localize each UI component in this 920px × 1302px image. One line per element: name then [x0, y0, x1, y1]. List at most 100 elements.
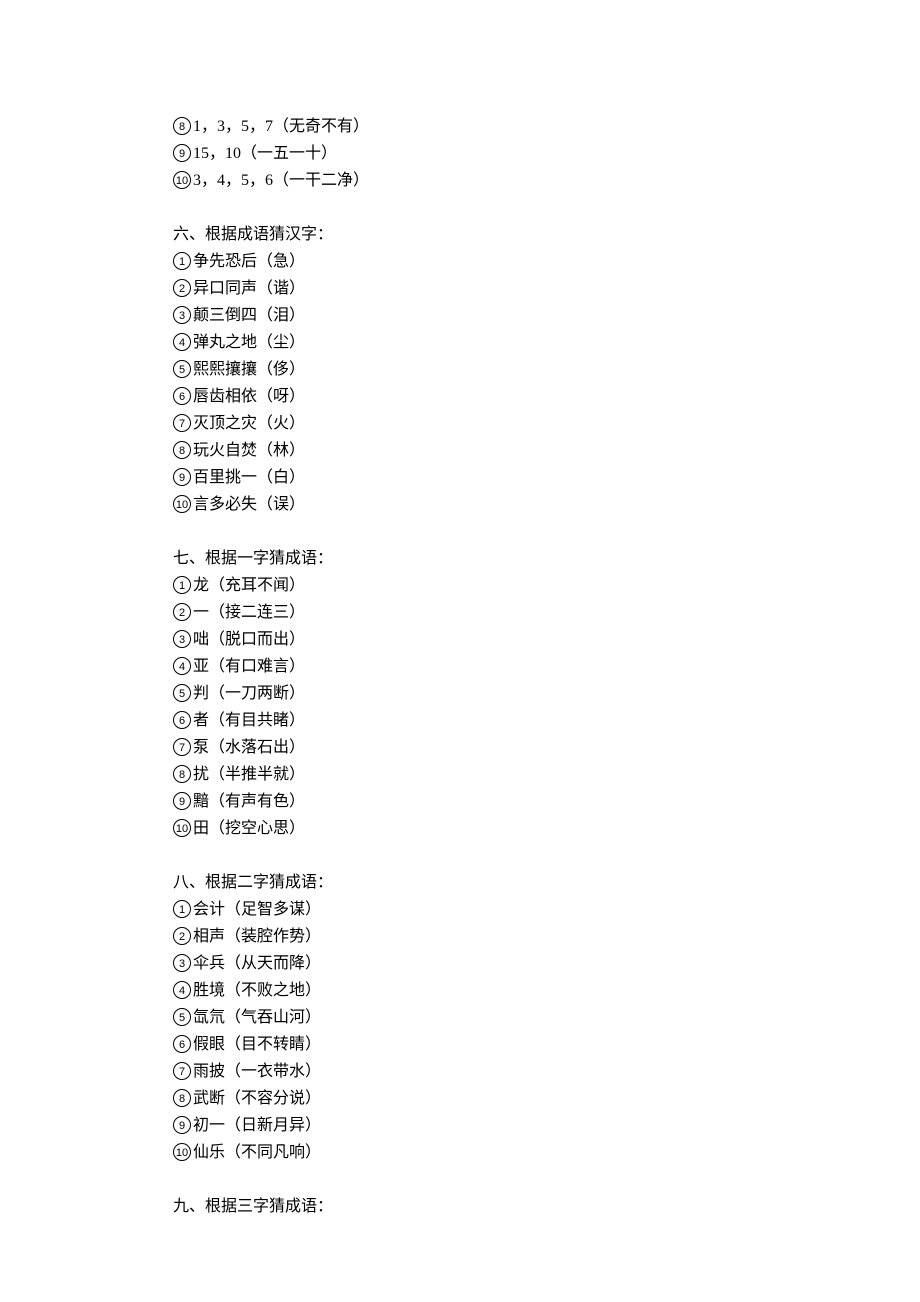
item-number: 6 — [173, 711, 191, 729]
item-text: 弹丸之地（尘） — [193, 329, 305, 356]
list-item: 9 15，10（一五一十） — [173, 140, 920, 167]
item-text: 颠三倒四（泪） — [193, 302, 305, 329]
item-number: 9 — [173, 468, 191, 486]
list-item: 4亚（有口难言） — [173, 653, 920, 680]
section-heading-7: 七、根据一字猜成语： — [173, 545, 920, 572]
item-number: 9 — [173, 792, 191, 810]
list-item: 9黯（有声有色） — [173, 788, 920, 815]
item-number: 6 — [173, 1035, 191, 1053]
item-number: 9 — [173, 144, 191, 162]
item-text: 百里挑一（白） — [193, 464, 305, 491]
item-text: 熙熙攘攘（侈） — [193, 356, 305, 383]
heading-text: 七、根据一字猜成语： — [173, 545, 333, 572]
item-number: 10 — [173, 171, 191, 189]
list-item: 10田（挖空心思） — [173, 815, 920, 842]
item-number: 7 — [173, 414, 191, 432]
item-text: 相声（装腔作势） — [193, 923, 321, 950]
list-item: 6假眼（目不转睛） — [173, 1031, 920, 1058]
list-item: 8武断（不容分说） — [173, 1085, 920, 1112]
item-number: 1 — [173, 252, 191, 270]
item-text: 泵（水落石出） — [193, 734, 305, 761]
list-item: 10言多必失（误） — [173, 491, 920, 518]
list-item: 4弹丸之地（尘） — [173, 329, 920, 356]
list-item: 9百里挑一（白） — [173, 464, 920, 491]
section-heading-9: 九、根据三字猜成语： — [173, 1193, 920, 1220]
list-item: 2异口同声（谐） — [173, 275, 920, 302]
item-text: 扰（半推半就） — [193, 761, 305, 788]
list-item: 2相声（装腔作势） — [173, 923, 920, 950]
item-number: 2 — [173, 279, 191, 297]
item-number: 6 — [173, 387, 191, 405]
list-item: 5熙熙攘攘（侈） — [173, 356, 920, 383]
item-text: 言多必失（误） — [193, 491, 305, 518]
item-number: 5 — [173, 684, 191, 702]
list-item: 9初一（日新月异） — [173, 1112, 920, 1139]
item-number: 8 — [173, 441, 191, 459]
list-item: 6者（有目共睹） — [173, 707, 920, 734]
document-page: 8 1，3，5，7（无奇不有） 9 15，10（一五一十） 10 3，4，5，6… — [0, 0, 920, 1302]
item-number: 2 — [173, 927, 191, 945]
list-item: 3咄（脱口而出） — [173, 626, 920, 653]
item-text: 者（有目共睹） — [193, 707, 305, 734]
item-text: 15，10（一五一十） — [193, 140, 337, 167]
list-item: 10 3，4，5，6（一干二净） — [173, 167, 920, 194]
section-heading-8: 八、根据二字猜成语： — [173, 869, 920, 896]
list-item: 2一（接二连三） — [173, 599, 920, 626]
list-item: 1会计（足智多谋） — [173, 896, 920, 923]
item-text: 雨披（一衣带水） — [193, 1058, 321, 1085]
list-item: 1争先恐后（急） — [173, 248, 920, 275]
item-text: 亚（有口难言） — [193, 653, 305, 680]
item-text: 假眼（目不转睛） — [193, 1031, 321, 1058]
list-item: 3颠三倒四（泪） — [173, 302, 920, 329]
item-number: 10 — [173, 819, 191, 837]
list-item: 5氙氘（气吞山河） — [173, 1004, 920, 1031]
item-number: 3 — [173, 630, 191, 648]
section-heading-6: 六、根据成语猜汉字： — [173, 221, 920, 248]
heading-text: 九、根据三字猜成语： — [173, 1193, 333, 1220]
item-text: 争先恐后（急） — [193, 248, 305, 275]
item-number: 9 — [173, 1116, 191, 1134]
item-text: 田（挖空心思） — [193, 815, 305, 842]
item-number: 8 — [173, 117, 191, 135]
heading-text: 六、根据成语猜汉字： — [173, 221, 333, 248]
item-text: 灭顶之灾（火） — [193, 410, 305, 437]
item-text: 唇齿相依（呀） — [193, 383, 305, 410]
item-number: 5 — [173, 1008, 191, 1026]
item-number: 3 — [173, 954, 191, 972]
list-item: 8玩火自焚（林） — [173, 437, 920, 464]
item-number: 8 — [173, 765, 191, 783]
item-number: 2 — [173, 603, 191, 621]
list-item: 7灭顶之灾（火） — [173, 410, 920, 437]
item-text: 3，4，5，6（一干二净） — [193, 167, 369, 194]
item-number: 3 — [173, 306, 191, 324]
list-item: 10仙乐（不同凡响） — [173, 1139, 920, 1166]
item-text: 黯（有声有色） — [193, 788, 305, 815]
item-text: 判（一刀两断） — [193, 680, 305, 707]
item-text: 仙乐（不同凡响） — [193, 1139, 321, 1166]
list-item: 1龙（充耳不闻） — [173, 572, 920, 599]
item-number: 10 — [173, 495, 191, 513]
item-text: 氙氘（气吞山河） — [193, 1004, 321, 1031]
item-text: 初一（日新月异） — [193, 1112, 321, 1139]
list-item: 8 1，3，5，7（无奇不有） — [173, 113, 920, 140]
list-item: 4胜境（不败之地） — [173, 977, 920, 1004]
item-number: 8 — [173, 1089, 191, 1107]
item-text: 玩火自焚（林） — [193, 437, 305, 464]
item-text: 一（接二连三） — [193, 599, 305, 626]
item-text: 胜境（不败之地） — [193, 977, 321, 1004]
list-item: 8扰（半推半就） — [173, 761, 920, 788]
list-item: 5判（一刀两断） — [173, 680, 920, 707]
item-text: 1，3，5，7（无奇不有） — [193, 113, 369, 140]
list-item: 6唇齿相依（呀） — [173, 383, 920, 410]
item-number: 5 — [173, 360, 191, 378]
item-text: 咄（脱口而出） — [193, 626, 305, 653]
item-text: 异口同声（谐） — [193, 275, 305, 302]
item-number: 1 — [173, 900, 191, 918]
list-item: 7泵（水落石出） — [173, 734, 920, 761]
item-number: 4 — [173, 981, 191, 999]
item-number: 1 — [173, 576, 191, 594]
item-number: 10 — [173, 1143, 191, 1161]
list-item: 7雨披（一衣带水） — [173, 1058, 920, 1085]
item-number: 7 — [173, 1062, 191, 1080]
item-number: 4 — [173, 657, 191, 675]
